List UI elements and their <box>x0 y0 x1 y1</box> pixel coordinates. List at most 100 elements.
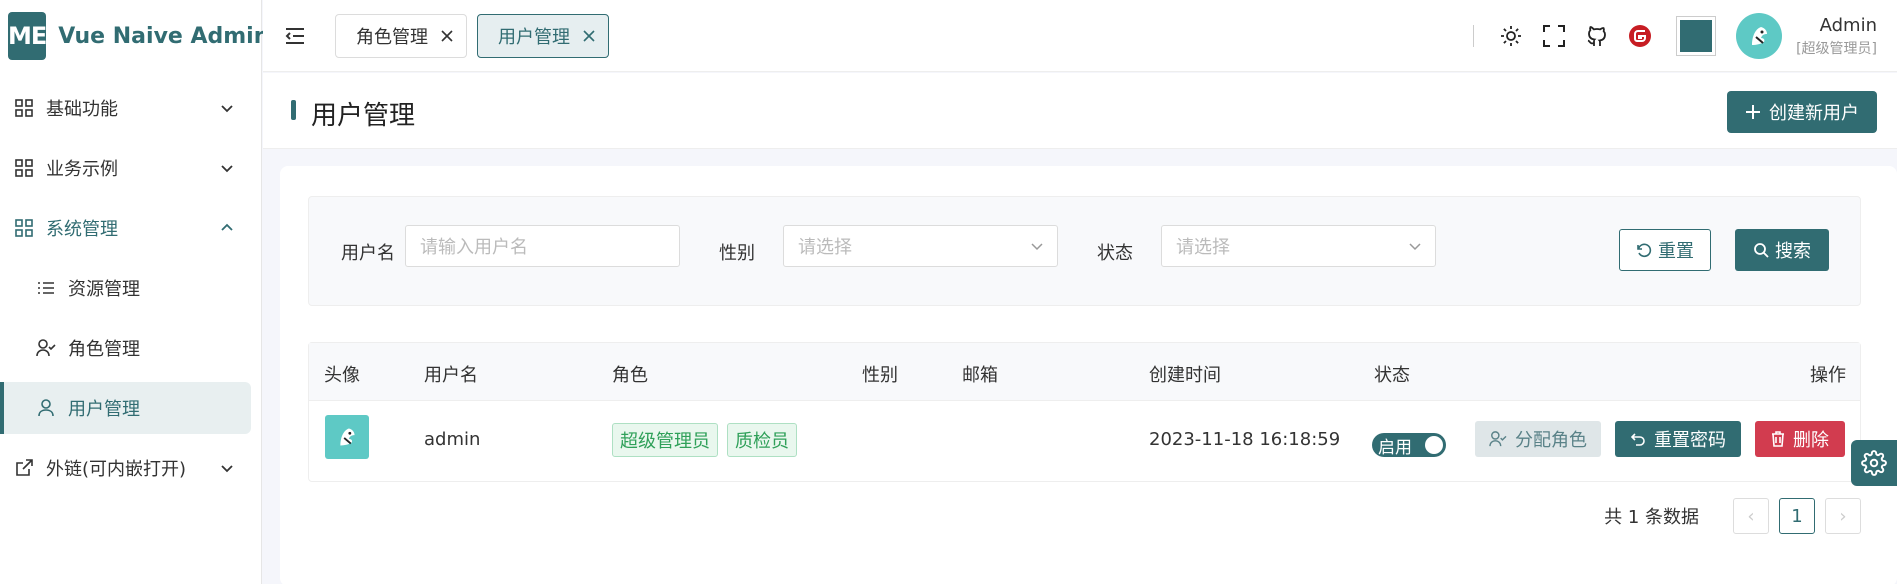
search-label: 搜索 <box>1775 241 1811 262</box>
sidebar-item-external[interactable]: 外链(可内嵌打开) <box>0 442 251 494</box>
next-page-button[interactable]: › <box>1825 498 1861 534</box>
filter-panel: 用户名 请输入用户名 性别 请选择 状态 请选择 重置 搜索 <box>308 196 1861 306</box>
top-header: 角色管理 用户管理 Admin [超级管理员] <box>263 0 1897 72</box>
title-accent-bar <box>291 100 296 120</box>
app-title: Vue Naive Admin <box>58 23 270 49</box>
reset-icon <box>1637 243 1652 258</box>
github-icon[interactable] <box>1584 23 1610 49</box>
status-toggle-label: 启用 <box>1378 437 1412 458</box>
tab-user-management[interactable]: 用户管理 <box>477 14 609 58</box>
logo-mark: ME <box>8 12 47 60</box>
toggle-knob <box>1425 436 1443 454</box>
cell-username: admin <box>424 429 481 450</box>
username-input[interactable]: 请输入用户名 <box>405 225 680 267</box>
grid-icon <box>14 98 34 118</box>
delete-button[interactable]: 删除 <box>1755 421 1845 457</box>
close-icon[interactable] <box>438 27 456 45</box>
fullscreen-icon[interactable] <box>1541 23 1567 49</box>
gender-filter-label: 性别 <box>719 243 755 264</box>
content-card: 用户名 请输入用户名 性别 请选择 状态 请选择 重置 搜索 头像 用户名 角色… <box>280 166 1897 584</box>
sidebar-item-system[interactable]: 系统管理 <box>0 202 251 254</box>
col-email: 邮箱 <box>962 365 998 386</box>
sidebar-item-label: 外链(可内嵌打开) <box>46 459 187 480</box>
user-name: Admin <box>1819 14 1877 36</box>
gitee-icon[interactable] <box>1627 23 1653 49</box>
total-count: 共 1 条数据 <box>1604 507 1699 528</box>
tab-label: 角色管理 <box>356 27 428 48</box>
table-row: admin 超级管理员 质检员 2023-11-18 16:18:59 启用 分… <box>309 401 1860 481</box>
col-gender: 性别 <box>862 365 898 386</box>
user-avatar <box>325 415 369 459</box>
settings-gear-button[interactable] <box>1851 440 1897 486</box>
username-placeholder: 请输入用户名 <box>420 237 528 258</box>
col-created: 创建时间 <box>1149 365 1221 386</box>
sidebar-item-label: 业务示例 <box>46 159 118 180</box>
role-tag: 质检员 <box>727 423 797 457</box>
logo[interactable]: ME Vue Naive Admin <box>0 0 269 72</box>
search-button[interactable]: 搜索 <box>1735 229 1829 271</box>
avatar[interactable] <box>1736 13 1783 59</box>
sidebar-item-label: 基础功能 <box>46 99 118 120</box>
gender-select[interactable]: 请选择 <box>783 225 1058 267</box>
undo-icon <box>1630 433 1645 446</box>
grid-icon <box>14 158 34 178</box>
chevron-down-icon <box>1407 238 1423 254</box>
prev-page-button[interactable]: ‹ <box>1733 498 1769 534</box>
page-header: 用户管理 创建新用户 <box>263 73 1897 149</box>
theme-color-picker[interactable] <box>1676 16 1717 56</box>
page-button[interactable]: 1 <box>1779 498 1815 534</box>
sidebar-item-label: 资源管理 <box>68 279 140 300</box>
header-tools: Admin [超级管理员] <box>1473 0 1897 72</box>
col-status: 状态 <box>1374 365 1410 386</box>
sun-icon[interactable] <box>1498 23 1524 49</box>
user-info[interactable]: Admin [超级管理员] <box>1796 15 1877 58</box>
sidebar-menu: 基础功能 业务示例 系统管理 资源管理 角色管理 用户管理 外链(可内嵌打开) <box>0 82 261 494</box>
sidebar-item-label: 用户管理 <box>68 399 140 420</box>
external-link-icon <box>14 458 34 478</box>
menu-collapse-icon[interactable] <box>283 24 307 48</box>
status-placeholder: 请选择 <box>1176 237 1230 258</box>
create-user-button[interactable]: 创建新用户 <box>1727 91 1877 133</box>
trash-icon <box>1772 431 1784 447</box>
plus-icon <box>1746 105 1760 119</box>
col-avatar: 头像 <box>324 365 360 386</box>
reset-button[interactable]: 重置 <box>1619 229 1711 271</box>
create-user-label: 创建新用户 <box>1769 103 1859 124</box>
role-tag: 超级管理员 <box>612 423 718 457</box>
delete-label: 删除 <box>1793 430 1829 451</box>
reset-password-button[interactable]: 重置密码 <box>1615 421 1741 457</box>
reset-password-label: 重置密码 <box>1654 430 1726 451</box>
chevron-down-icon <box>1029 238 1045 254</box>
sidebar-item-roles[interactable]: 角色管理 <box>0 322 251 374</box>
assign-role-label: 分配角色 <box>1515 430 1587 451</box>
status-toggle[interactable]: 启用 <box>1372 433 1446 458</box>
users-table: 头像 用户名 角色 性别 邮箱 创建时间 状态 操作 admin 超级管理员 质… <box>308 342 1861 482</box>
chevron-down-icon <box>217 458 237 478</box>
chevron-down-icon <box>217 158 237 178</box>
close-icon[interactable] <box>580 27 598 45</box>
user-role: [超级管理员] <box>1796 40 1877 57</box>
sidebar-item-basic[interactable]: 基础功能 <box>0 82 251 134</box>
gear-icon <box>1861 450 1887 476</box>
pagination: 共 1 条数据 ‹ 1 › <box>1604 498 1861 534</box>
user-check-icon <box>1489 431 1507 447</box>
col-username: 用户名 <box>424 365 478 386</box>
assign-role-button[interactable]: 分配角色 <box>1475 421 1601 457</box>
cell-created: 2023-11-18 16:18:59 <box>1149 429 1341 450</box>
reset-label: 重置 <box>1658 241 1694 262</box>
tab-role-management[interactable]: 角色管理 <box>335 14 467 58</box>
sidebar-item-users[interactable]: 用户管理 <box>0 382 251 434</box>
sidebar-item-resources[interactable]: 资源管理 <box>0 262 251 314</box>
status-filter-label: 状态 <box>1097 243 1133 264</box>
grid-icon <box>14 218 34 238</box>
divider <box>1473 25 1475 47</box>
col-actions: 操作 <box>1810 365 1846 386</box>
sidebar-item-business[interactable]: 业务示例 <box>0 142 251 194</box>
user-check-icon <box>36 338 56 358</box>
status-select[interactable]: 请选择 <box>1161 225 1436 267</box>
tab-label: 用户管理 <box>498 27 570 48</box>
sidebar: ME Vue Naive Admin 基础功能 业务示例 系统管理 资源管理 角… <box>0 0 269 584</box>
table-header: 头像 用户名 角色 性别 邮箱 创建时间 状态 操作 <box>309 343 1860 401</box>
col-roles: 角色 <box>612 365 648 386</box>
username-filter-label: 用户名 <box>341 243 395 264</box>
